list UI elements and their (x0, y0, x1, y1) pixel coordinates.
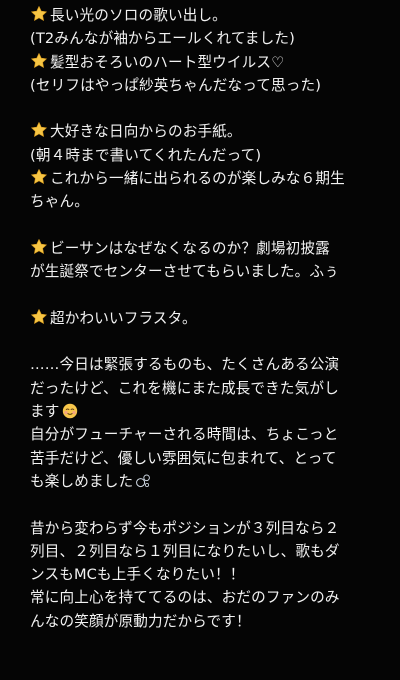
line-text: これから一緒に出られるのが楽しみな６期生 (50, 170, 345, 188)
note-line: これから一緒に出られるのが楽しみな６期生 (30, 167, 390, 190)
note-line: 長い光のソロの歌い出し。 (30, 4, 390, 27)
line-text: ……今日は緊張するものも、たくさんある公演 (30, 356, 340, 374)
note-line: ンスもMCも上手くなりたい！！ (30, 563, 390, 586)
note-line: 苦手だけど、優しい雰囲気に包まれて、とって (30, 447, 390, 470)
note-line: 髪型おそろいのハート型ウイルス♡ (30, 51, 390, 74)
line-text: 昔から変わらず今もポジションが３列目なら２ (30, 519, 340, 537)
line-text: 超かわいいフラスタ。 (50, 309, 197, 327)
bubbles-emoji (136, 474, 151, 488)
note-line: 超かわいいフラスタ。 (30, 307, 390, 330)
note-line: ……今日は緊張するものも、たくさんある公演 (30, 353, 390, 376)
note-line: 常に向上心を持ててるのは、おだのファンのみ (30, 586, 390, 609)
line-text: 髪型おそろいのハート型ウイルス♡ (50, 53, 285, 71)
star-icon (31, 6, 47, 21)
line-text: 列目、２列目なら１列目になりたいし、歌もダ (30, 542, 340, 560)
note-line: (朝４時まで書いてくれたんだって) (30, 144, 390, 167)
note-line: だったけど、これを機にまた成長できた気がし (30, 377, 390, 400)
note-line: ます (30, 400, 390, 423)
line-text: (T2みんなが袖からエールくれてました) (30, 30, 295, 48)
note-line: (セリフはやっぱ紗英ちゃんだなって思った) (30, 74, 390, 97)
line-text: も楽しめました (30, 472, 134, 490)
line-text: 大好きな日向からのお手紙。 (50, 123, 242, 141)
note-line: が生誕祭でセンターさせてもらいました。ふぅ (30, 260, 390, 283)
note-line: ビーサンはなぜなくなるのか？劇場初披露 (30, 237, 390, 260)
note-line: 昔から変わらず今もポジションが３列目なら２ (30, 517, 390, 540)
note-line: (T2みんなが袖からエールくれてました) (30, 27, 390, 50)
note-line: んなの笑顔が原動力だからです！ (30, 610, 390, 633)
line-text: んなの笑顔が原動力だからです！ (30, 612, 251, 630)
star-icon (31, 169, 47, 184)
note-line: も楽しめました (30, 470, 390, 493)
line-text: ビーサンはなぜなくなるのか？劇場初披露 (50, 239, 330, 257)
note-line: 自分がフューチャーされる時間は、ちょこっと (30, 423, 390, 446)
line-text: だったけど、これを機にまた成長できた気がし (30, 379, 339, 397)
star-icon (31, 308, 47, 324)
line-text: が生誕祭でセンターさせてもらいました。ふぅ (30, 263, 339, 281)
line-text: ます (30, 403, 60, 421)
line-text: ンスもMCも上手くなりたい！！ (30, 566, 245, 584)
star-icon (31, 52, 47, 68)
line-text: (セリフはやっぱ紗英ちゃんだなって思った) (30, 76, 322, 94)
line-text: 常に向上心を持ててるのは、おだのファンのみ (30, 589, 340, 607)
note-line: ちゃん。 (30, 190, 390, 213)
note-text: 長い光のソロの歌い出し。 (T2みんなが袖からエールくれてました) 髪型おそろいのハ… (30, 4, 390, 633)
star-icon (31, 239, 47, 254)
star-icon (31, 122, 47, 138)
line-text: 自分がフューチャーされる時間は、ちょこっと (30, 426, 339, 444)
relieved-face-emoji (62, 403, 77, 419)
line-text: 長い光のソロの歌い出し。 (50, 7, 227, 24)
line-text: ちゃん。 (30, 193, 89, 211)
line-text: (朝４時まで書いてくれたんだって) (30, 146, 262, 164)
note-line: 列目、２列目なら１列目になりたいし、歌もダ (30, 540, 390, 563)
line-text: 苦手だけど、優しい雰囲気に包まれて、とって (30, 449, 337, 467)
note-line: 大好きな日向からのお手紙。 (30, 120, 390, 143)
